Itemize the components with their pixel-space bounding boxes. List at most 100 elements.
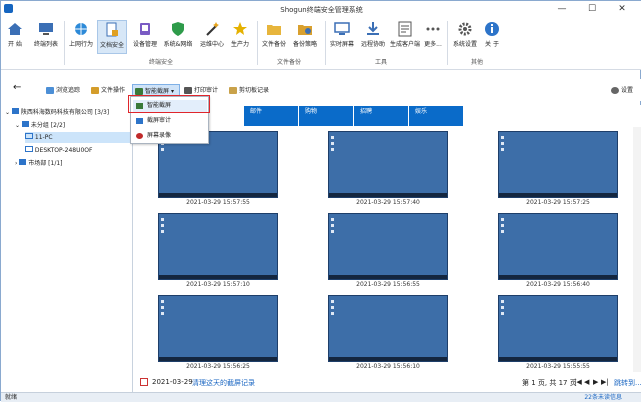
main-panel: 邮件 购物 招聘 娱乐 2021-03-29 15:57:55 2021-03-… (134, 105, 641, 392)
ribbon-ops-center-button[interactable]: 运维中心 (198, 20, 226, 54)
browse-icon (46, 87, 54, 94)
screenshot-time: 2021-03-29 15:56:25 (186, 363, 250, 370)
menu-label: 截屏审计 (147, 117, 172, 124)
first-page-button[interactable]: |◀ (574, 378, 582, 386)
minimize-button[interactable]: — (551, 2, 573, 16)
prev-page-button[interactable]: ◀ (584, 378, 589, 386)
screenshot-image (328, 295, 448, 362)
settings-button[interactable]: 设置 (611, 84, 633, 97)
ribbon-start-button[interactable]: 开 始 (5, 20, 25, 54)
screenshot-time: 2021-03-29 15:56:10 (356, 363, 420, 370)
ribbon-label: 运维中心 (199, 41, 224, 48)
maximize-button[interactable]: ☐ (581, 2, 603, 16)
toolbar-clipboard-log[interactable]: 剪切板记录 (229, 84, 269, 97)
tree-group-market[interactable]: › 市场部 [1/1] (15, 158, 63, 169)
pager-text: 第 1 页, 共 17 页 (522, 379, 577, 387)
ribbon-label: 关 于 (485, 41, 499, 48)
client-icon (398, 21, 412, 37)
tree-root-company[interactable]: ⌄ 陕西科海数码科技有限公司 [3/3] (5, 107, 109, 118)
tree-group-ungrouped[interactable]: ⌄ 未分组 [2/2] (15, 120, 65, 131)
ribbon-productivity-button[interactable]: 生产力 (229, 20, 251, 54)
tab-recruit[interactable]: 招聘 (354, 106, 409, 126)
screenshot-image (328, 131, 448, 198)
chevron-right-icon[interactable]: › (15, 160, 17, 167)
screenshot-thumb[interactable]: 2021-03-29 15:56:10 (328, 295, 448, 374)
ribbon-document-security-button[interactable]: 文档安全 (97, 20, 127, 54)
last-page-button[interactable]: ▶| (601, 378, 609, 386)
ribbon-label: 更多... (424, 41, 442, 48)
tab-entertainment[interactable]: 娱乐 (409, 106, 464, 126)
ribbon-separator (325, 21, 326, 65)
ribbon-label: 上网行为 (68, 41, 93, 48)
chevron-down-icon[interactable]: ⌄ (15, 122, 20, 129)
ribbon-label: 实时屏幕 (329, 41, 354, 48)
ribbon-device-management-button[interactable]: 设备管理 (131, 20, 159, 54)
ribbon-label: 文件备份 (261, 41, 286, 48)
menu-item-screenshot-audit[interactable]: 截屏审计 (133, 115, 207, 127)
ribbon-remote-assist-button[interactable]: 远程协助 (359, 20, 387, 54)
ribbon-realtime-screen-button[interactable]: 实时屏幕 (328, 20, 356, 54)
backup-icon (298, 25, 312, 35)
info-icon (485, 22, 499, 36)
chevron-down-icon[interactable]: ⌄ (5, 109, 10, 116)
menu-item-screen-recording[interactable]: 屏幕录像 (133, 130, 207, 142)
tree-label: 陕西科海数码科技有限公司 [3/3] (20, 109, 110, 116)
ribbon-backup-policy-button[interactable]: 备份策略 (291, 20, 319, 54)
file-icon (91, 87, 99, 94)
toolbar-file-operations[interactable]: 文件操作 (91, 84, 125, 97)
screenshot-thumb[interactable]: 2021-03-29 15:56:55 (328, 213, 448, 292)
ribbon-label: 生成客户端 (389, 41, 420, 48)
screenshot-image (158, 213, 278, 280)
ribbon-more-button[interactable]: 更多... (423, 20, 443, 54)
screenshot-thumb[interactable]: 2021-03-29 15:57:25 (498, 131, 618, 210)
image-icon (135, 88, 143, 95)
screenshot-time: 2021-03-29 15:56:40 (526, 281, 590, 288)
jump-to-link[interactable]: 跳转到... (614, 378, 641, 388)
ribbon-system-settings-button[interactable]: 系统设置 (451, 20, 479, 54)
screenshot-time: 2021-03-29 15:57:55 (186, 199, 250, 206)
clear-records-link[interactable]: 清理这天的截屏记录 (192, 378, 255, 388)
ribbon-label: 远程协助 (360, 41, 385, 48)
monitor-icon (25, 146, 33, 152)
ribbon-web-behavior-button[interactable]: 上网行为 (67, 20, 95, 54)
ribbon-group-label: 终端安全 (148, 59, 173, 66)
screenshot-time: 2021-03-29 15:57:25 (526, 199, 590, 206)
screenshot-time: 2021-03-29 15:55:55 (526, 363, 590, 370)
shield-icon (172, 22, 184, 36)
window-title: Shogun终端安全管理系统 (280, 6, 363, 14)
tree-item-desktop[interactable]: DESKTOP-248U0OF (25, 145, 92, 156)
calendar-icon[interactable] (140, 378, 148, 386)
ribbon-label: 文档安全 (99, 42, 124, 49)
screenshot-thumb[interactable]: 2021-03-29 15:56:40 (498, 213, 618, 292)
ribbon-file-backup-button[interactable]: 文件备份 (261, 20, 287, 54)
ribbon-system-network-button[interactable]: 系统&网络 (162, 20, 194, 54)
ribbon-terminal-list-button[interactable]: 终端列表 (31, 20, 61, 54)
vertical-scrollbar[interactable] (633, 127, 641, 372)
footer-date: 2021-03-29 (152, 378, 193, 386)
tree-item-11-pc[interactable]: 11-PC (25, 132, 131, 143)
ribbon-label: 终端列表 (33, 41, 58, 48)
screenshot-image (158, 295, 278, 362)
screenshot-thumb[interactable]: 2021-03-29 15:57:40 (328, 131, 448, 210)
clipboard-icon (229, 87, 237, 94)
screenshot-thumb[interactable]: 2021-03-29 15:55:55 (498, 295, 618, 374)
ribbon-label: 备份策略 (292, 41, 317, 48)
tab-mail[interactable]: 邮件 (244, 106, 299, 126)
next-page-button[interactable]: ▶ (593, 378, 598, 386)
back-arrow-icon[interactable]: ← (13, 82, 21, 93)
ribbon-generate-client-button[interactable]: 生成客户端 (389, 20, 421, 54)
screenshot-image (328, 213, 448, 280)
close-button[interactable]: ✕ (611, 2, 633, 16)
screenshot-thumb[interactable]: 2021-03-29 15:57:10 (158, 213, 278, 292)
ribbon-separator (64, 21, 65, 65)
toolbar-browse-track[interactable]: 浏览追踪 (46, 84, 80, 97)
document-lock-icon (106, 22, 118, 37)
tab-shopping[interactable]: 购物 (299, 106, 354, 126)
screenshot-image (498, 295, 618, 362)
screenshot-image (498, 131, 618, 198)
ribbon-about-button[interactable]: 关 于 (482, 20, 502, 54)
globe-icon (75, 23, 87, 35)
footer-bar: 2021-03-29 清理这天的截屏记录 第 1 页, 共 17 页 |◀ ◀ … (134, 373, 641, 392)
screenshot-thumb[interactable]: 2021-03-29 15:56:25 (158, 295, 278, 374)
highlight-box (128, 95, 210, 113)
